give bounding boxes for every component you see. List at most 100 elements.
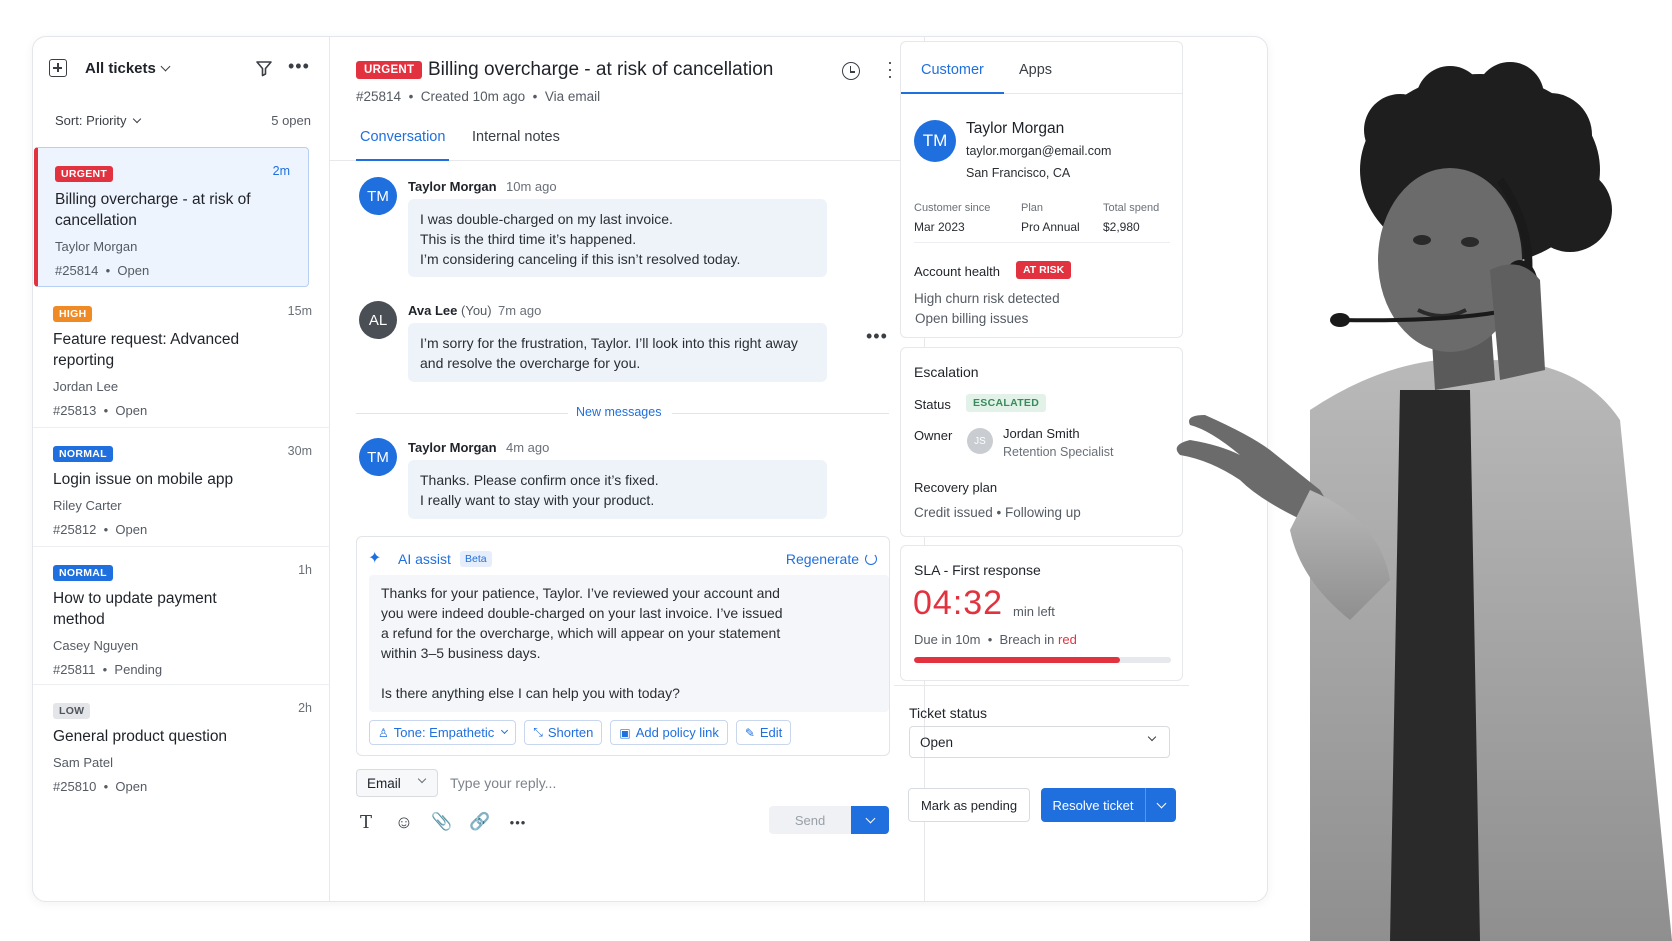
owner-avatar: JS	[967, 428, 993, 454]
message-line: Thanks. Please confirm once it’s fixed.	[420, 472, 659, 488]
stat-value: Mar 2023	[914, 220, 965, 234]
ticket-status-value: Open	[920, 735, 954, 750]
tab-internal-notes[interactable]: Internal notes	[472, 129, 560, 161]
ticket-view-label: All tickets	[85, 60, 156, 77]
sla-countdown: 04:32	[913, 584, 1004, 622]
avatar: TM	[359, 438, 397, 476]
sla-due-text: Due in 10m	[914, 632, 981, 647]
ticket-meta: #25812 • Open	[53, 522, 148, 537]
sla-title: SLA - First response	[914, 562, 1041, 578]
ticket-created: Created 10m ago	[420, 89, 526, 104]
divider-line	[356, 413, 568, 414]
escalated-badge: ESCALATED	[966, 394, 1047, 412]
resolve-ticket-button[interactable]: Resolve ticket	[1041, 788, 1145, 822]
shorten-icon: ⤡	[533, 725, 543, 739]
priority-badge: LOW	[53, 703, 91, 719]
divider-line	[672, 413, 889, 414]
message-time: 4m ago	[506, 440, 550, 455]
customer-location: San Francisco, CA	[966, 166, 1071, 180]
owner-role: Retention Specialist	[1003, 445, 1114, 459]
tab-apps[interactable]: Apps	[1019, 62, 1052, 78]
send-button[interactable]: Send	[769, 806, 851, 834]
tab-conversation[interactable]: Conversation	[356, 129, 450, 161]
ticket-item[interactable]: HIGH 15m Feature request: Advanced repor…	[33, 288, 330, 428]
ticket-id: #25812	[53, 522, 97, 537]
document-icon: ▣	[619, 725, 631, 740]
ticket-status: Open	[117, 263, 150, 278]
chevron-down-icon	[132, 114, 141, 123]
sla-breach-color: red	[1058, 632, 1077, 647]
message-line: I really want to stay with your product.	[420, 492, 655, 508]
ticket-subtitle: #25814 • Created 10m ago • Via email	[356, 89, 601, 104]
ticket-item[interactable]: LOW 2h General product question Sam Pate…	[33, 685, 330, 805]
more-vertical-icon[interactable]: · · ·	[887, 53, 893, 85]
emoji-icon[interactable]: ☺	[394, 812, 414, 832]
ticket-status-section: Ticket status Open Mark as pending Resol…	[894, 685, 1189, 895]
ticket-channel: Via email	[544, 89, 601, 104]
ticket-item[interactable]: URGENT 2m Billing overcharge - at risk o…	[34, 147, 309, 287]
message: TM Taylor Morgan 4m ago Thanks. Please c…	[356, 438, 896, 520]
history-icon[interactable]	[842, 62, 860, 80]
tab-customer[interactable]: Customer	[901, 62, 1004, 94]
new-messages-divider: New messages	[356, 403, 889, 423]
ticket-meta: #25811 • Pending	[53, 662, 163, 677]
message-author: Ava Lee (You)	[408, 303, 492, 318]
draft-paragraph: Thanks for your patience, Taylor. I’ve r…	[381, 583, 877, 663]
ticket-status: Pending	[114, 662, 163, 677]
message: TM Taylor Morgan 10m ago I was double-ch…	[356, 177, 896, 277]
open-count: 5 open	[271, 113, 311, 128]
text-format-icon[interactable]: T	[356, 812, 376, 833]
ticket-age: 2m	[272, 164, 290, 178]
regenerate-button[interactable]: Regenerate	[786, 551, 877, 567]
conversation-tabs: Conversation Internal notes	[330, 125, 924, 161]
ticket-item[interactable]: NORMAL 30m Login issue on mobile app Ril…	[33, 428, 330, 547]
more-options-icon[interactable]: •••	[288, 57, 310, 75]
ticket-customer: Riley Carter	[53, 498, 122, 513]
ticket-title: How to update payment method	[53, 590, 217, 628]
reply-composer: Email T ☺ 📎 🔗 ••• Send	[330, 765, 924, 901]
ticket-title: Login issue on mobile app	[53, 471, 234, 488]
customer-sidebar: Customer Apps TM Taylor Morgan taylor.mo…	[894, 41, 1189, 899]
sla-card: SLA - First response 04:32 min left Due …	[900, 545, 1183, 681]
mark-pending-button[interactable]: Mark as pending	[908, 788, 1030, 822]
avatar: AL	[359, 301, 397, 339]
pencil-icon: ✎	[744, 725, 755, 740]
more-options-icon[interactable]: •••	[508, 812, 528, 832]
send-options-button[interactable]	[851, 806, 889, 834]
customer-avatar: TM	[914, 120, 956, 162]
channel-select[interactable]: Email	[356, 769, 438, 797]
customer-email[interactable]: taylor.morgan@email.com	[966, 144, 1111, 158]
ticket-customer: Taylor Morgan	[55, 239, 138, 254]
message-line: I was double-charged on my last invoice.	[420, 211, 673, 227]
ticket-item[interactable]: NORMAL 1h How to update payment method C…	[33, 547, 330, 685]
ticket-status-select[interactable]: Open	[909, 726, 1170, 758]
add-policy-link-button[interactable]: ▣ Add policy link	[610, 720, 728, 745]
ticket-meta: #25810 • Open	[53, 779, 148, 794]
ai-draft-reply[interactable]: Thanks for your patience, Taylor. I’ve r…	[369, 575, 889, 712]
sla-progress-fill	[914, 657, 1120, 663]
recovery-plan-label: Recovery plan	[914, 480, 998, 495]
stat-plan: Plan Pro Annual	[1021, 202, 1080, 234]
escalation-card: Escalation Status ESCALATED Owner JS Jor…	[900, 347, 1183, 537]
reply-input[interactable]	[450, 769, 870, 797]
priority-badge: HIGH	[53, 306, 93, 322]
draft-line: a refund for the overcharge, which will …	[381, 625, 781, 641]
account-health-label: Account health	[914, 264, 1001, 279]
link-icon[interactable]: 🔗	[469, 812, 490, 832]
priority-badge: NORMAL	[53, 565, 113, 581]
channel-value: Email	[367, 776, 401, 791]
new-ticket-icon[interactable]	[49, 59, 67, 77]
stat-customer-since: Customer since Mar 2023	[914, 202, 990, 234]
ticket-id: #25811	[53, 662, 96, 677]
tone-button[interactable]: ♙ Tone: Empathetic	[369, 720, 517, 745]
ticket-age: 30m	[287, 444, 312, 458]
filter-icon[interactable]	[255, 59, 273, 77]
shorten-button[interactable]: ⤡ Shorten	[524, 720, 603, 745]
ticket-list-header: All tickets •••	[33, 37, 329, 103]
owner-label: Owner	[914, 428, 953, 443]
ticket-view-selector[interactable]: All tickets	[85, 60, 171, 77]
person-icon: ♙	[378, 725, 389, 740]
message-more-icon[interactable]: •••	[866, 326, 888, 347]
attachment-icon[interactable]: 📎	[431, 812, 452, 832]
edit-button[interactable]: ✎ Edit	[735, 720, 792, 745]
